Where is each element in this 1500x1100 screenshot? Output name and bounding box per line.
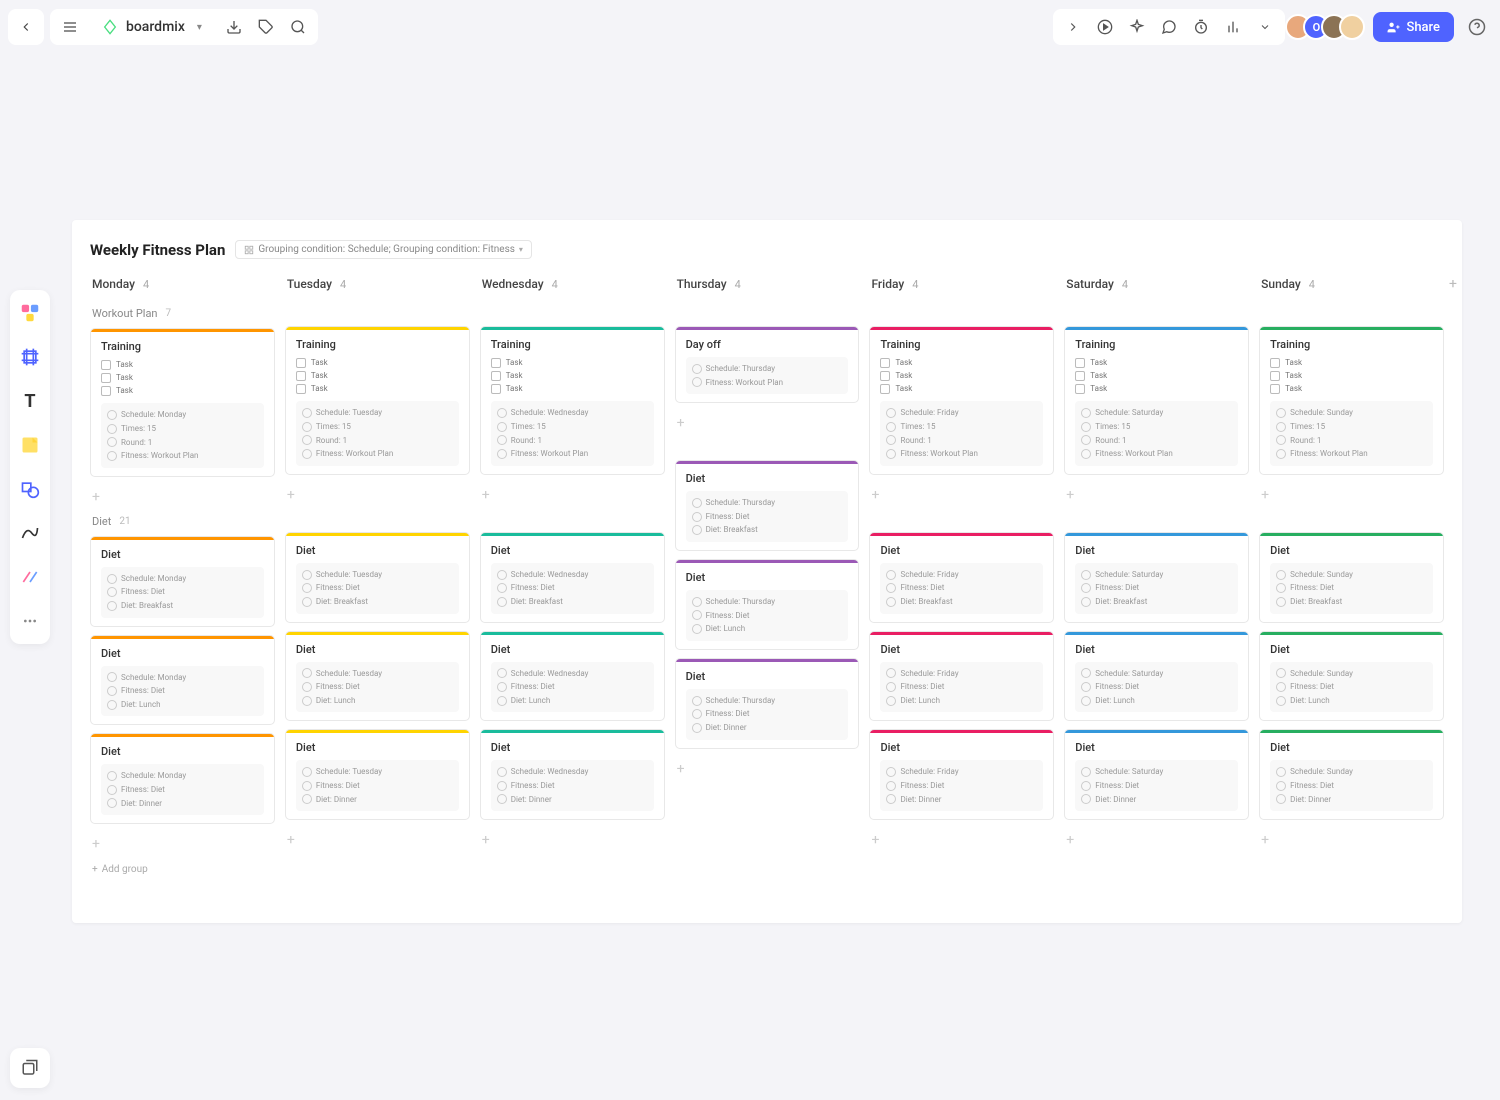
- column-count: 4: [1122, 278, 1128, 291]
- search-icon[interactable]: [284, 13, 312, 41]
- add-card-button[interactable]: +: [1064, 483, 1249, 507]
- column-name: Wednesday: [482, 277, 544, 291]
- curve-tool-icon[interactable]: [17, 520, 43, 546]
- add-card-button[interactable]: +: [1259, 828, 1444, 852]
- shape-tool-icon[interactable]: [17, 476, 43, 502]
- add-card-button[interactable]: +: [90, 485, 275, 509]
- diet-card[interactable]: DietSchedule: ThursdayFitness: DietDiet:…: [675, 658, 860, 749]
- training-card[interactable]: TrainingTaskTaskTaskSchedule: TuesdayTim…: [285, 326, 470, 475]
- training-card[interactable]: TrainingTaskTaskTaskSchedule: MondayTime…: [90, 328, 275, 477]
- column-count: 4: [1309, 278, 1315, 291]
- sparkle-icon[interactable]: [1123, 13, 1151, 41]
- brand-dropdown[interactable]: boardmix ▾: [88, 19, 216, 35]
- training-card[interactable]: TrainingTaskTaskTaskSchedule: FridayTime…: [869, 326, 1054, 475]
- share-label: Share: [1406, 20, 1440, 35]
- diet-card[interactable]: DietSchedule: TuesdayFitness: DietDiet: …: [285, 631, 470, 722]
- column-name: Monday: [92, 277, 135, 291]
- column-count: 4: [143, 278, 149, 291]
- connector-tool-icon[interactable]: [17, 564, 43, 590]
- share-button[interactable]: Share: [1373, 12, 1454, 42]
- column-count: 4: [340, 278, 346, 291]
- diet-card[interactable]: DietSchedule: TuesdayFitness: DietDiet: …: [285, 729, 470, 820]
- add-card-button[interactable]: +: [480, 483, 665, 507]
- back-button[interactable]: [8, 9, 44, 45]
- diet-card[interactable]: DietSchedule: WednesdayFitness: DietDiet…: [480, 532, 665, 623]
- diet-card[interactable]: DietSchedule: SaturdayFitness: DietDiet:…: [1064, 532, 1249, 623]
- diet-card[interactable]: DietSchedule: ThursdayFitness: DietDiet:…: [675, 460, 860, 551]
- chart-icon[interactable]: [1219, 13, 1247, 41]
- diet-card[interactable]: DietSchedule: SaturdayFitness: DietDiet:…: [1064, 631, 1249, 722]
- training-card[interactable]: TrainingTaskTaskTaskSchedule: SaturdayTi…: [1064, 326, 1249, 475]
- menu-icon[interactable]: [56, 13, 84, 41]
- diet-card[interactable]: DietSchedule: SundayFitness: DietDiet: L…: [1259, 631, 1444, 722]
- sticky-note-tool-icon[interactable]: [17, 432, 43, 458]
- column-name: Friday: [871, 277, 904, 291]
- diet-card[interactable]: DietSchedule: ThursdayFitness: DietDiet:…: [675, 559, 860, 650]
- collaborator-avatars[interactable]: O: [1293, 14, 1365, 40]
- column-count: 4: [552, 278, 558, 291]
- diet-card[interactable]: DietSchedule: MondayFitness: DietDiet: D…: [90, 733, 275, 824]
- timer-icon[interactable]: [1187, 13, 1215, 41]
- expand-icon[interactable]: [1059, 13, 1087, 41]
- group-label-workout[interactable]: Workout Plan7: [90, 301, 275, 328]
- more-chevron-icon[interactable]: [1251, 13, 1279, 41]
- diet-card[interactable]: DietSchedule: SaturdayFitness: DietDiet:…: [1064, 729, 1249, 820]
- text-tool-icon[interactable]: T: [17, 388, 43, 414]
- column-sunday: Sunday 4 TrainingTaskTaskTaskSchedule: Sun…: [1259, 273, 1444, 883]
- more-tools-icon[interactable]: [17, 608, 43, 634]
- training-card[interactable]: TrainingTaskTaskTaskSchedule: WednesdayT…: [480, 326, 665, 475]
- frame-tool-icon[interactable]: [17, 344, 43, 370]
- add-card-button[interactable]: +: [90, 832, 275, 856]
- add-column-button[interactable]: +: [1444, 275, 1462, 293]
- help-icon[interactable]: [1462, 12, 1492, 42]
- add-card-button[interactable]: +: [869, 483, 1054, 507]
- diet-card[interactable]: DietSchedule: FridayFitness: DietDiet: L…: [869, 631, 1054, 722]
- tool-sidebar: T: [10, 290, 50, 644]
- shapes-tool-icon[interactable]: [17, 300, 43, 326]
- download-icon[interactable]: [220, 13, 248, 41]
- column-name: Saturday: [1066, 277, 1114, 291]
- column-friday: Friday 4 TrainingTaskTaskTaskSchedule: Fri…: [869, 273, 1054, 883]
- diet-card[interactable]: DietSchedule: MondayFitness: DietDiet: B…: [90, 536, 275, 627]
- training-card[interactable]: TrainingTaskTaskTaskSchedule: SundayTime…: [1259, 326, 1444, 475]
- tag-icon[interactable]: [252, 13, 280, 41]
- add-group-button[interactable]: +Add group: [90, 856, 275, 883]
- diet-card[interactable]: DietSchedule: SundayFitness: DietDiet: D…: [1259, 729, 1444, 820]
- add-card-button[interactable]: +: [675, 757, 860, 781]
- diet-card[interactable]: DietSchedule: MondayFitness: DietDiet: L…: [90, 635, 275, 726]
- diet-card[interactable]: DietSchedule: FridayFitness: DietDiet: D…: [869, 729, 1054, 820]
- add-card-button[interactable]: +: [285, 483, 470, 507]
- layers-button[interactable]: [10, 1048, 50, 1088]
- play-icon[interactable]: [1091, 13, 1119, 41]
- column-wednesday: Wednesday 4 TrainingTaskTaskTaskSchedule: …: [480, 273, 665, 883]
- grouping-condition[interactable]: Grouping condition: Schedule; Grouping c…: [235, 240, 532, 259]
- diet-card[interactable]: DietSchedule: FridayFitness: DietDiet: B…: [869, 532, 1054, 623]
- chevron-down-icon: ▾: [197, 22, 202, 33]
- column-count: 4: [735, 278, 741, 291]
- brand-name: boardmix: [126, 19, 185, 35]
- column-thursday: Thursday 4 Day offSchedule: ThursdayFitnes…: [675, 273, 860, 883]
- comment-icon[interactable]: [1155, 13, 1183, 41]
- column-count: 4: [912, 278, 918, 291]
- add-card-button[interactable]: +: [1259, 483, 1444, 507]
- diet-card[interactable]: DietSchedule: TuesdayFitness: DietDiet: …: [285, 532, 470, 623]
- column-name: Tuesday: [287, 277, 332, 291]
- column-monday: Monday 4 Workout Plan7TrainingTaskTaskTask…: [90, 273, 275, 883]
- training-card[interactable]: Day offSchedule: ThursdayFitness: Workou…: [675, 326, 860, 403]
- add-card-button[interactable]: +: [480, 828, 665, 852]
- column-name: Sunday: [1261, 277, 1301, 291]
- column-saturday: Saturday 4 TrainingTaskTaskTaskSchedule: S…: [1064, 273, 1249, 883]
- add-card-button[interactable]: +: [675, 411, 860, 435]
- add-card-button[interactable]: +: [1064, 828, 1249, 852]
- add-card-button[interactable]: +: [285, 828, 470, 852]
- group-label-diet[interactable]: Diet21: [90, 509, 275, 536]
- diet-card[interactable]: DietSchedule: WednesdayFitness: DietDiet…: [480, 631, 665, 722]
- diet-card[interactable]: DietSchedule: SundayFitness: DietDiet: B…: [1259, 532, 1444, 623]
- board-title: Weekly Fitness Plan: [90, 241, 225, 259]
- diet-card[interactable]: DietSchedule: WednesdayFitness: DietDiet…: [480, 729, 665, 820]
- board-canvas: Weekly Fitness Plan Grouping condition: …: [72, 220, 1462, 923]
- column-tuesday: Tuesday 4 TrainingTaskTaskTaskSchedule: Tu…: [285, 273, 470, 883]
- add-card-button[interactable]: +: [869, 828, 1054, 852]
- column-name: Thursday: [677, 277, 727, 291]
